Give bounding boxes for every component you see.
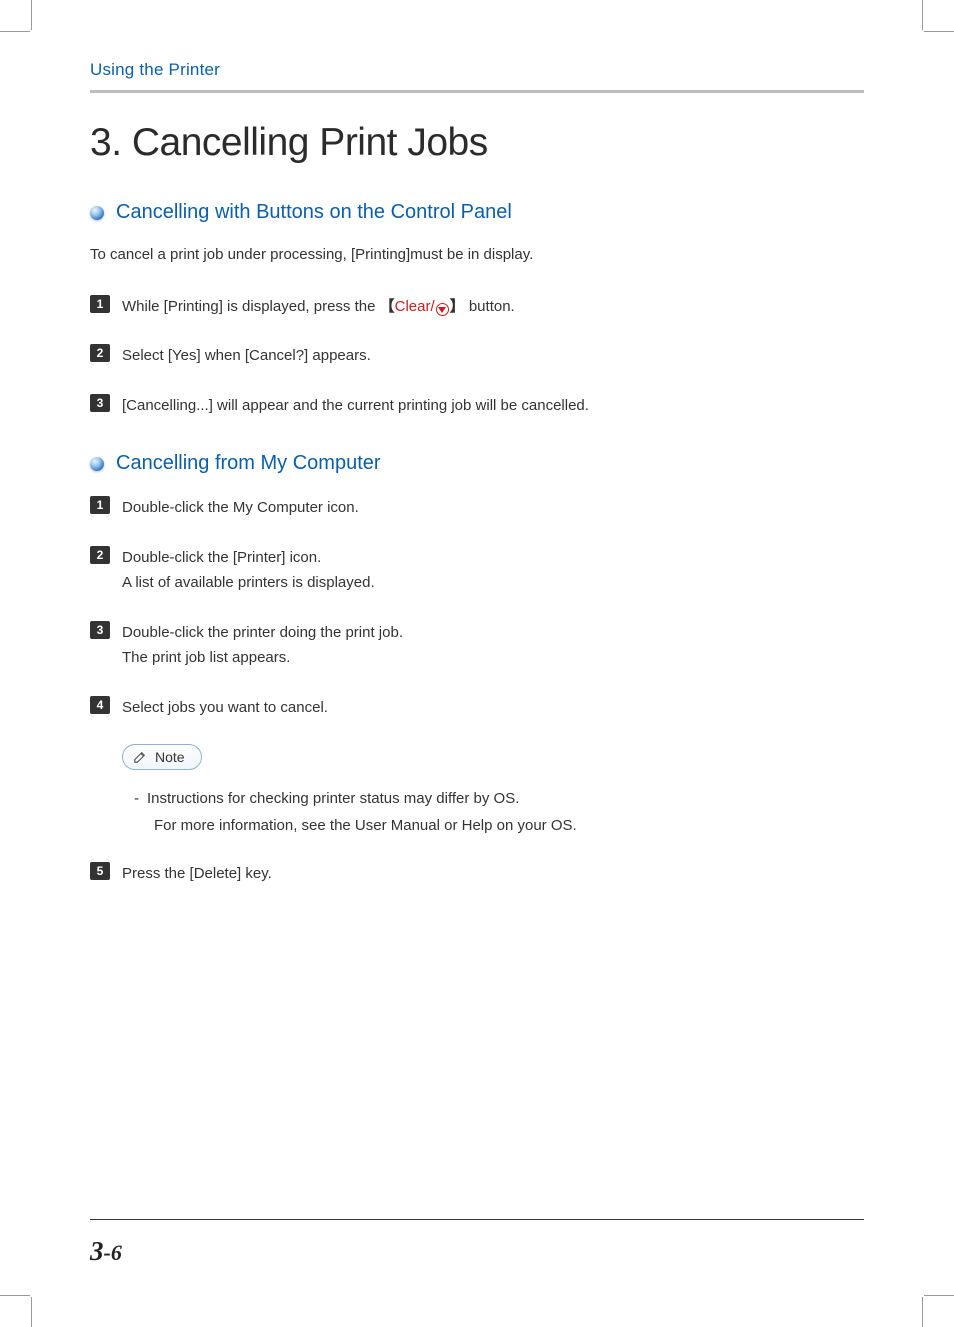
page-footer: 3-6 [90, 1219, 864, 1267]
step-text-line1: Double-click the [Printer] icon. [122, 549, 321, 566]
step-text: Double-click the printer doing the print… [122, 620, 403, 671]
step-text: Select [Yes] when [Cancel?] appears. [122, 343, 371, 369]
note-block: Note -Instructions for checking printer … [122, 744, 864, 839]
breadcrumb: Using the Printer [90, 60, 864, 80]
step-number-badge: 3 [90, 394, 110, 412]
note-line1: Instructions for checking printer status… [147, 790, 519, 807]
page-sub: 6 [111, 1240, 122, 1265]
step-text: Press the [Delete] key. [122, 861, 272, 887]
bullet-icon [90, 206, 104, 220]
step-text: Select jobs you want to cancel. [122, 695, 328, 721]
page-dash: - [104, 1240, 111, 1265]
note-label: Note [155, 749, 185, 765]
step-item: 2 Select [Yes] when [Cancel?] appears. [90, 343, 864, 369]
step-item: 4 Select jobs you want to cancel. [90, 695, 864, 721]
step-item: 3 Double-click the printer doing the pri… [90, 620, 864, 671]
step-text: Double-click the [Printer] icon. A list … [122, 545, 375, 596]
step-text-line2: A list of available printers is displaye… [122, 570, 375, 596]
header-rule [90, 90, 864, 93]
page-number: 3-6 [90, 1236, 864, 1267]
step-item: 2 Double-click the [Printer] icon. A lis… [90, 545, 864, 596]
intro-text: To cancel a print job under processing, … [90, 244, 864, 266]
step-number-badge: 2 [90, 344, 110, 362]
stop-icon [436, 303, 449, 316]
step-item: 1 While [Printing] is displayed, press t… [90, 294, 864, 320]
note-line2: For more information, see the User Manua… [154, 813, 864, 839]
step-text: Double-click the My Computer icon. [122, 495, 359, 521]
pencil-icon [133, 750, 147, 764]
step-item: 5 Press the [Delete] key. [90, 861, 864, 887]
dash: - [134, 790, 139, 807]
step-number-badge: 2 [90, 546, 110, 564]
step-number-badge: 1 [90, 295, 110, 313]
step-text-pre: While [Printing] is displayed, press the [122, 298, 375, 315]
bracket-open: 【 [380, 298, 395, 315]
step-number-badge: 5 [90, 862, 110, 880]
section-title: Cancelling with Buttons on the Control P… [116, 201, 512, 224]
note-pill: Note [122, 744, 202, 770]
step-item: 1 Double-click the My Computer icon. [90, 495, 864, 521]
step-text: While [Printing] is displayed, press the… [122, 294, 515, 320]
section-heading-my-computer: Cancelling from My Computer [90, 452, 864, 475]
step-text: [Cancelling...] will appear and the curr… [122, 393, 589, 419]
step-number-badge: 1 [90, 496, 110, 514]
note-text: -Instructions for checking printer statu… [122, 786, 864, 839]
step-text-post: button. [469, 298, 515, 315]
page-title: 3. Cancelling Print Jobs [90, 121, 864, 165]
step-text-line2: The print job list appears. [122, 645, 403, 671]
footer-rule [90, 1219, 864, 1220]
chapter-number: 3 [90, 1236, 104, 1266]
bullet-icon [90, 457, 104, 471]
section-title: Cancelling from My Computer [116, 452, 381, 475]
step-text-line1: Double-click the printer doing the print… [122, 624, 403, 641]
step-number-badge: 3 [90, 621, 110, 639]
bracket-close: 】 [450, 298, 465, 315]
step-number-badge: 4 [90, 696, 110, 714]
section-heading-control-panel: Cancelling with Buttons on the Control P… [90, 201, 864, 224]
clear-button-label: Clear/ [395, 298, 435, 315]
step-item: 3 [Cancelling...] will appear and the cu… [90, 393, 864, 419]
